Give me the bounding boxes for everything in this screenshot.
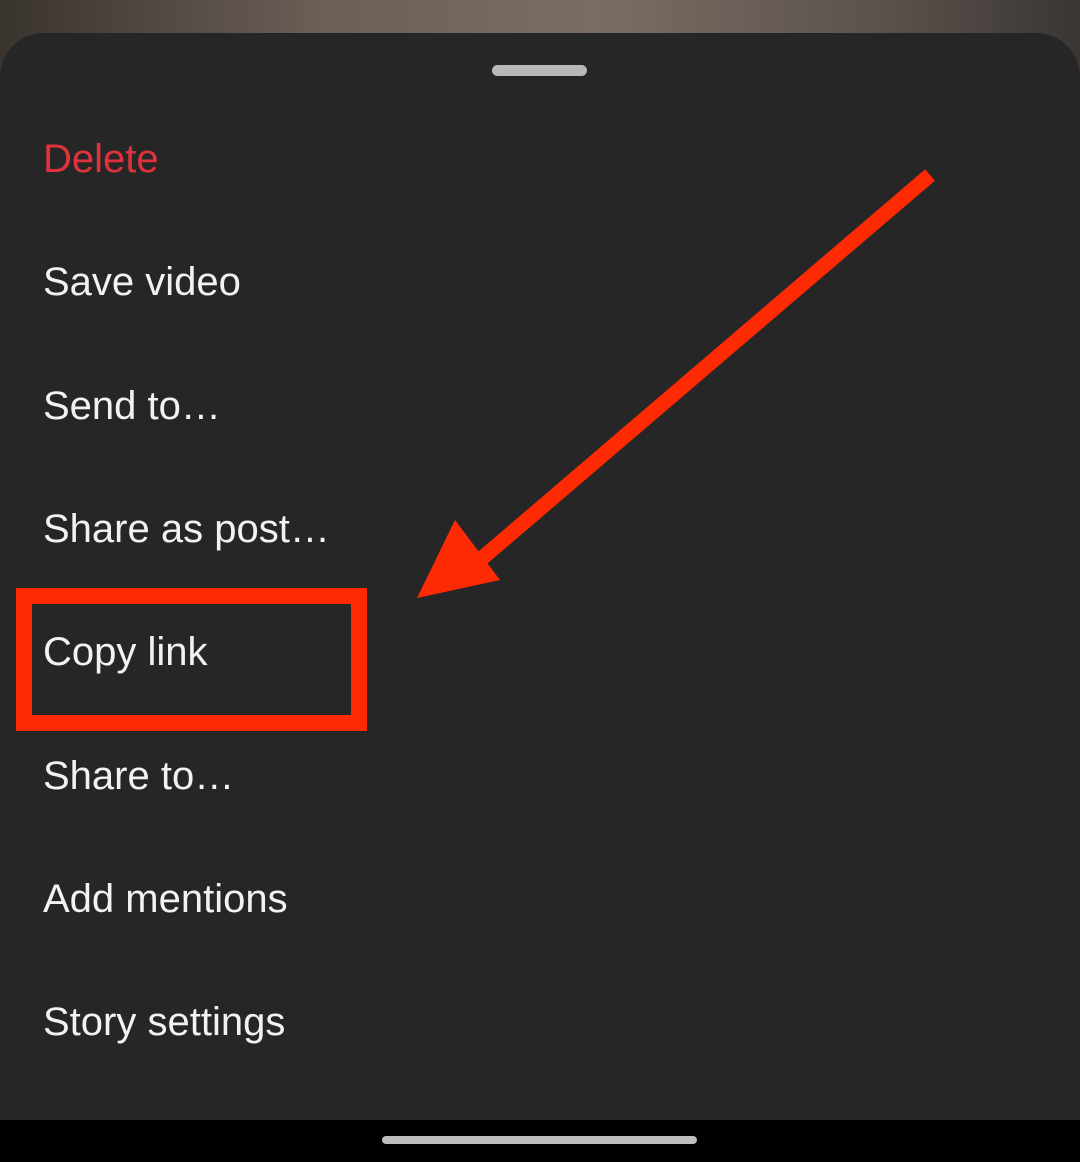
- save-video-option[interactable]: Save video: [0, 221, 1080, 344]
- send-to-option[interactable]: Send to…: [0, 345, 1080, 468]
- home-indicator[interactable]: [382, 1136, 697, 1144]
- screen: Delete Save video Send to… Share as post…: [0, 0, 1080, 1162]
- add-mentions-option[interactable]: Add mentions: [0, 838, 1080, 961]
- drag-handle[interactable]: [492, 65, 587, 76]
- delete-option[interactable]: Delete: [0, 98, 1080, 221]
- story-settings-option[interactable]: Story settings: [0, 961, 1080, 1084]
- options-menu: Delete Save video Send to… Share as post…: [0, 98, 1080, 1084]
- system-navigation-bar: [0, 1120, 1080, 1162]
- share-to-option[interactable]: Share to…: [0, 714, 1080, 837]
- copy-link-option[interactable]: Copy link: [0, 591, 1080, 714]
- share-as-post-option[interactable]: Share as post…: [0, 468, 1080, 591]
